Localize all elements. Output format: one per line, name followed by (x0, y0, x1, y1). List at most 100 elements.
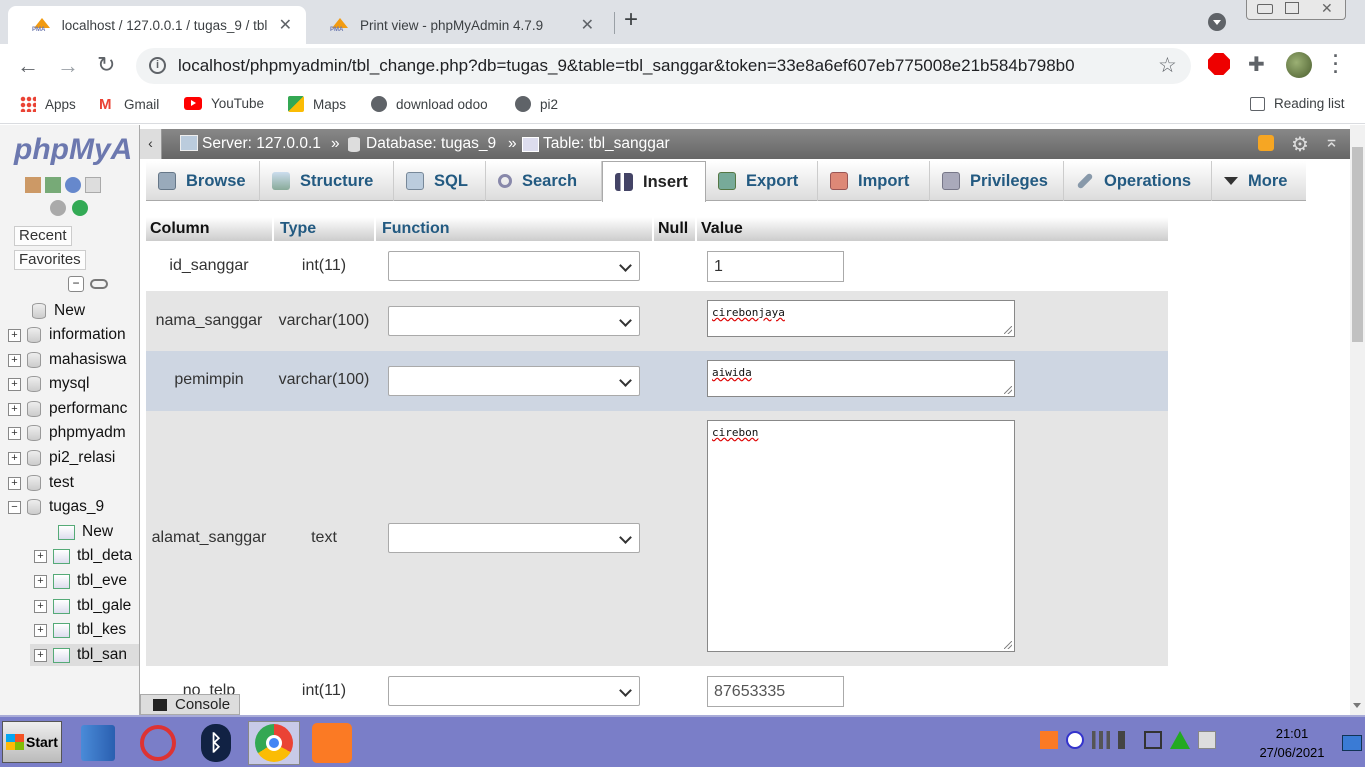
tree-db-tugas-9[interactable]: − tugas_9 (8, 496, 104, 518)
tree-table[interactable]: + tbl_deta (34, 545, 132, 567)
profile-dropdown-icon[interactable] (1208, 13, 1226, 31)
action-center-icon[interactable] (1198, 731, 1216, 749)
bookmark-youtube[interactable]: YouTube (184, 96, 264, 111)
close-tab-icon[interactable]: ✕ (279, 15, 292, 35)
expand-icon[interactable]: + (8, 377, 21, 391)
bluetooth-icon[interactable]: ᛒ (190, 721, 242, 765)
bookmark-star-icon[interactable]: ☆ (1158, 53, 1177, 78)
bookmark-pi2[interactable]: pi2 (515, 96, 558, 112)
start-button[interactable]: Start (2, 721, 62, 763)
bookmark-download-odoo[interactable]: download odoo (371, 96, 488, 112)
info-icon[interactable]: i (149, 57, 166, 74)
xampp-icon[interactable] (306, 721, 358, 765)
header-type[interactable]: Type (280, 220, 316, 238)
close-window-icon[interactable]: ✕ (1321, 0, 1333, 17)
value-input[interactable]: 1 (707, 251, 844, 282)
tree-db-information[interactable]: + information (8, 324, 126, 346)
tree-table[interactable]: + tbl_gale (34, 595, 131, 617)
tray-app-icon[interactable] (1066, 731, 1084, 749)
function-select[interactable] (388, 251, 640, 281)
tree-db-phpmyadmin[interactable]: + phpmyadm (8, 422, 126, 444)
vertical-scrollbar[interactable] (1350, 125, 1365, 715)
tab-insert[interactable]: Insert (602, 161, 706, 202)
show-desktop-icon[interactable] (1342, 735, 1362, 751)
collapse-top-icon[interactable]: ⌅ (1324, 131, 1339, 152)
breadcrumb-server[interactable]: Server: 127.0.0.1 (202, 135, 321, 153)
browser-tab-active[interactable]: localhost / 127.0.0.1 / tugas_9 / tbl ✕ (8, 6, 306, 44)
tree-new-database[interactable]: New (32, 300, 85, 322)
tab-search[interactable]: Search (486, 161, 602, 201)
bookmark-apps[interactable]: Apps (20, 96, 76, 112)
value-input[interactable]: 87653335 (707, 676, 844, 707)
expand-icon[interactable]: + (34, 623, 47, 637)
minimize-icon[interactable] (1257, 4, 1273, 14)
docs-icon[interactable] (85, 177, 101, 193)
help-icon[interactable] (65, 177, 81, 193)
recent-button[interactable]: Recent (14, 226, 72, 246)
breadcrumb-database[interactable]: Database: tugas_9 (366, 135, 496, 153)
network-signal-icon[interactable] (1092, 731, 1110, 749)
tree-db-mahasiswa[interactable]: + mahasiswa (8, 349, 127, 371)
tab-import[interactable]: Import (818, 161, 930, 201)
reading-list-button[interactable]: Reading list (1250, 96, 1345, 111)
tab-structure[interactable]: Structure (260, 161, 394, 201)
tab-browse[interactable]: Browse (146, 161, 260, 201)
tab-privileges[interactable]: Privileges (930, 161, 1064, 201)
new-tab-button[interactable]: + (624, 6, 638, 34)
expand-icon[interactable]: + (8, 328, 21, 342)
value-textarea[interactable]: cirebonjaya (707, 300, 1015, 337)
forward-arrow-icon[interactable]: → (57, 53, 79, 79)
collapse-icon[interactable]: − (8, 500, 21, 514)
value-textarea[interactable]: aiwida (707, 360, 1015, 397)
scroll-down-icon[interactable] (1353, 703, 1361, 708)
menu-kebab-icon[interactable]: · · · (1333, 47, 1339, 81)
xampp-tray-icon[interactable] (1040, 731, 1058, 749)
settings-gear-icon[interactable]: ⚙ (1291, 132, 1309, 157)
url-text[interactable]: localhost/phpmyadmin/tbl_change.php?db=t… (178, 56, 1075, 76)
function-select[interactable] (388, 366, 640, 396)
expand-icon[interactable]: + (8, 426, 21, 440)
file-explorer-icon[interactable] (72, 721, 124, 765)
reload-icon[interactable]: ↻ (97, 52, 115, 78)
clock[interactable]: 21:01 27/06/2021 (1252, 726, 1332, 760)
expand-icon[interactable]: + (34, 599, 47, 613)
extensions-puzzle-icon[interactable]: ✚ (1248, 52, 1265, 77)
back-arrow-icon[interactable]: ← (17, 53, 39, 79)
bookmark-maps[interactable]: Maps (288, 96, 346, 112)
tray-green-icon[interactable] (1170, 731, 1190, 749)
pma-logo[interactable]: phpMyA (14, 133, 132, 167)
tree-table[interactable]: + tbl_eve (34, 570, 127, 592)
favorites-button[interactable]: Favorites (14, 250, 86, 270)
expand-icon[interactable]: + (8, 476, 21, 490)
maximize-icon[interactable] (1285, 2, 1299, 14)
tree-db-pi2-relasi[interactable]: + pi2_relasi (8, 447, 115, 469)
lock-icon[interactable] (1258, 135, 1274, 151)
header-function[interactable]: Function (382, 220, 450, 238)
console-toggle[interactable]: Console (140, 694, 240, 715)
home-icon[interactable] (25, 177, 41, 193)
bookmark-gmail[interactable]: M Gmail (99, 96, 159, 113)
tree-db-performance[interactable]: + performanc (8, 398, 127, 420)
expand-icon[interactable]: + (8, 451, 21, 465)
expand-icon[interactable]: + (34, 648, 47, 662)
scrollbar-thumb[interactable] (1352, 147, 1363, 342)
link-icon[interactable] (90, 279, 108, 289)
volume-icon[interactable] (1118, 731, 1136, 749)
function-select[interactable] (388, 676, 640, 706)
function-select[interactable] (388, 306, 640, 336)
tab-sql[interactable]: SQL (394, 161, 486, 201)
expand-icon[interactable]: + (8, 402, 21, 416)
chrome-taskbar-icon[interactable] (248, 721, 300, 765)
profile-avatar[interactable] (1286, 52, 1312, 78)
adblock-extension-icon[interactable] (1208, 53, 1230, 75)
collapse-nav-button[interactable]: ‹ (140, 129, 162, 159)
expand-icon[interactable]: + (8, 353, 21, 367)
tab-more[interactable]: More (1212, 161, 1304, 201)
function-select[interactable] (388, 523, 640, 553)
battery-icon[interactable] (1144, 731, 1162, 749)
expand-icon[interactable]: + (34, 574, 47, 588)
breadcrumb-table[interactable]: Table: tbl_sanggar (543, 135, 670, 153)
tree-table-selected[interactable]: + tbl_san (30, 644, 139, 666)
close-tab-icon[interactable]: ✕ (581, 15, 594, 35)
expand-icon[interactable]: + (34, 549, 47, 563)
